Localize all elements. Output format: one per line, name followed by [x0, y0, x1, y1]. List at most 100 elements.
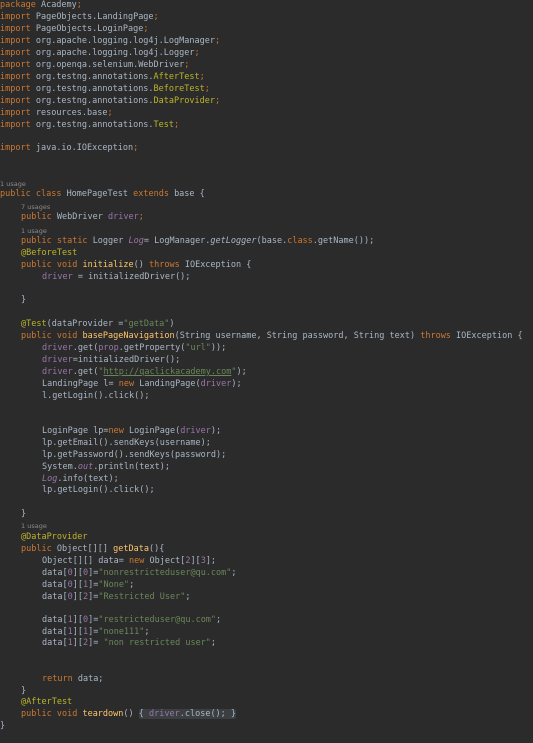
- code-line[interactable]: data[1][0]="restricteduser@qu.com";: [42, 615, 221, 627]
- code-line[interactable]: data[1][2]= "non restricted user";: [42, 638, 216, 650]
- keyword: import: [0, 143, 31, 153]
- keyword: import: [0, 12, 31, 22]
- code-line[interactable]: LandingPage l= new LandingPage(driver);: [42, 379, 242, 391]
- code-text: ;: [231, 568, 237, 578]
- code-line[interactable]: driver.get("http://qaclickacademy.com");: [42, 367, 247, 379]
- field-declaration[interactable]: public WebDriver driver;: [21, 212, 144, 224]
- url-link[interactable]: http://qaclickacademy.com: [103, 367, 231, 377]
- method-declaration[interactable]: public void basePageNavigation(String us…: [21, 331, 523, 343]
- annotation[interactable]: @BeforeTest: [21, 248, 77, 260]
- code-text: ;: [129, 580, 135, 590]
- code-text: Object[][] data=: [42, 556, 129, 566]
- semicolon: ;: [174, 120, 180, 130]
- keyword: throws: [149, 260, 180, 270]
- code-text: ]=: [88, 568, 99, 578]
- keyword: new: [118, 379, 135, 389]
- keyword: import: [0, 96, 31, 106]
- code-text: System.: [42, 462, 78, 472]
- code-line[interactable]: Object[][] data= new Object[2][3];: [42, 556, 216, 568]
- code-line[interactable]: data[0][2]="Restricted User";: [42, 592, 190, 604]
- field-ref: out: [77, 462, 94, 472]
- keyword: package: [0, 0, 36, 10]
- code-text: ));: [210, 343, 227, 353]
- field-ref: driver: [42, 355, 73, 365]
- code-line[interactable]: System.out.println(text);: [42, 462, 170, 474]
- import-line[interactable]: import PageObjects.LoginPage;: [0, 24, 148, 36]
- import-line[interactable]: import org.testng.annotations.DataProvid…: [0, 96, 220, 108]
- code-text: data[: [42, 580, 68, 590]
- import-line[interactable]: import java.io.IOException;: [0, 143, 138, 155]
- code-text: data;: [72, 674, 104, 684]
- code-line[interactable]: package Academy;: [0, 0, 82, 12]
- field-ref: driver: [42, 272, 73, 282]
- code-text: ;: [185, 592, 191, 602]
- superclass: base {: [174, 189, 205, 199]
- import-line[interactable]: import org.apache.logging.log4j.Logger;: [0, 48, 200, 60]
- code-line[interactable]: data[0][1]="None";: [42, 580, 134, 592]
- type-name: Logger: [92, 236, 124, 246]
- string-literal: "None": [98, 580, 130, 590]
- field-ref: driver: [42, 367, 73, 377]
- semicolon: ;: [204, 84, 210, 94]
- keyword: throws: [420, 331, 451, 341]
- code-line[interactable]: LoginPage lp=new LoginPage(driver);: [42, 426, 221, 438]
- class-declaration[interactable]: public class HomePageTest extends base {: [0, 189, 205, 201]
- class-name: HomePageTest: [66, 189, 128, 199]
- keyword: class: [287, 236, 313, 246]
- import-path: org.testng.annotations.: [35, 72, 154, 82]
- code-text: LandingPage(: [134, 379, 201, 389]
- field-ref: driver: [200, 379, 232, 389]
- import-line[interactable]: import org.openqa.selenium.WebDriver;: [0, 60, 189, 72]
- closing-brace[interactable]: }: [21, 509, 26, 521]
- keyword: public: [21, 212, 52, 222]
- code-text: ][: [72, 615, 83, 625]
- brace: }: [230, 709, 237, 719]
- code-text: ][: [190, 556, 201, 566]
- code-line[interactable]: driver=initializedDriver();: [42, 355, 180, 367]
- code-line[interactable]: lp.getPassword().sendKeys(password);: [42, 450, 226, 462]
- folded-code-block[interactable]: { driver.close(); }: [138, 709, 237, 719]
- semicolon: ;: [107, 108, 113, 118]
- semicolon: ;: [138, 212, 144, 222]
- annotation[interactable]: @AfterTest: [21, 697, 72, 709]
- code-editor[interactable]: package Academy; import PageObjects.Land…: [0, 0, 533, 743]
- method-declaration[interactable]: public void initialize() throws IOExcept…: [21, 260, 251, 272]
- field-declaration[interactable]: public static Logger Log= LogManager.get…: [21, 236, 374, 248]
- closing-brace[interactable]: }: [0, 721, 5, 733]
- annotation[interactable]: @Test(dataProvider ="getData"): [21, 319, 175, 331]
- import-line[interactable]: import resources.base;: [0, 108, 113, 120]
- import-line[interactable]: import org.testng.annotations.Test;: [0, 120, 179, 132]
- keyword: void: [56, 331, 78, 341]
- keyword: import: [0, 36, 31, 46]
- import-line[interactable]: import org.testng.annotations.AfterTest;: [0, 72, 205, 84]
- code-line[interactable]: lp.getLogin().click();: [42, 485, 155, 497]
- semicolon: ;: [214, 36, 221, 46]
- closing-brace[interactable]: }: [21, 295, 26, 307]
- code-text: );: [210, 426, 222, 436]
- import-line[interactable]: import PageObjects.LandingPage;: [0, 12, 159, 24]
- annotation[interactable]: @DataProvider: [21, 532, 88, 544]
- code-text: ;: [210, 638, 217, 648]
- code-text: (){: [148, 544, 165, 554]
- field-name: Log: [128, 236, 144, 246]
- code-line[interactable]: l.getLogin().click();: [42, 391, 149, 403]
- import-path: java.io.IOException: [35, 143, 134, 153]
- code-line[interactable]: return data;: [42, 674, 103, 686]
- code-line[interactable]: lp.getEmail().sendKeys(username);: [42, 438, 211, 450]
- code-text: ]=: [88, 638, 104, 648]
- code-line[interactable]: driver = initializedDriver();: [42, 272, 190, 284]
- code-text: IOException {: [450, 331, 523, 341]
- method-declaration[interactable]: public void teardown() { driver.close();…: [21, 709, 237, 721]
- method-declaration[interactable]: public Object[][] getData(){: [21, 544, 164, 556]
- semicolon: ;: [194, 48, 200, 58]
- code-text: IOException {: [179, 260, 252, 270]
- import-line[interactable]: import org.testng.annotations.BeforeTest…: [0, 84, 210, 96]
- import-annotation: Test: [153, 120, 175, 130]
- keyword: void: [56, 260, 78, 270]
- type-name: Object[][]: [56, 544, 114, 554]
- string-literal: "nonrestricteduser@qu.com": [98, 568, 232, 578]
- code-line[interactable]: data[0][0]="nonrestricteduser@qu.com";: [42, 568, 237, 580]
- code-line[interactable]: driver.get(prop.getProperty("url"));: [42, 343, 226, 355]
- import-line[interactable]: import org.apache.logging.log4j.LogManag…: [0, 36, 220, 48]
- code-text: LoginPage(: [123, 426, 181, 436]
